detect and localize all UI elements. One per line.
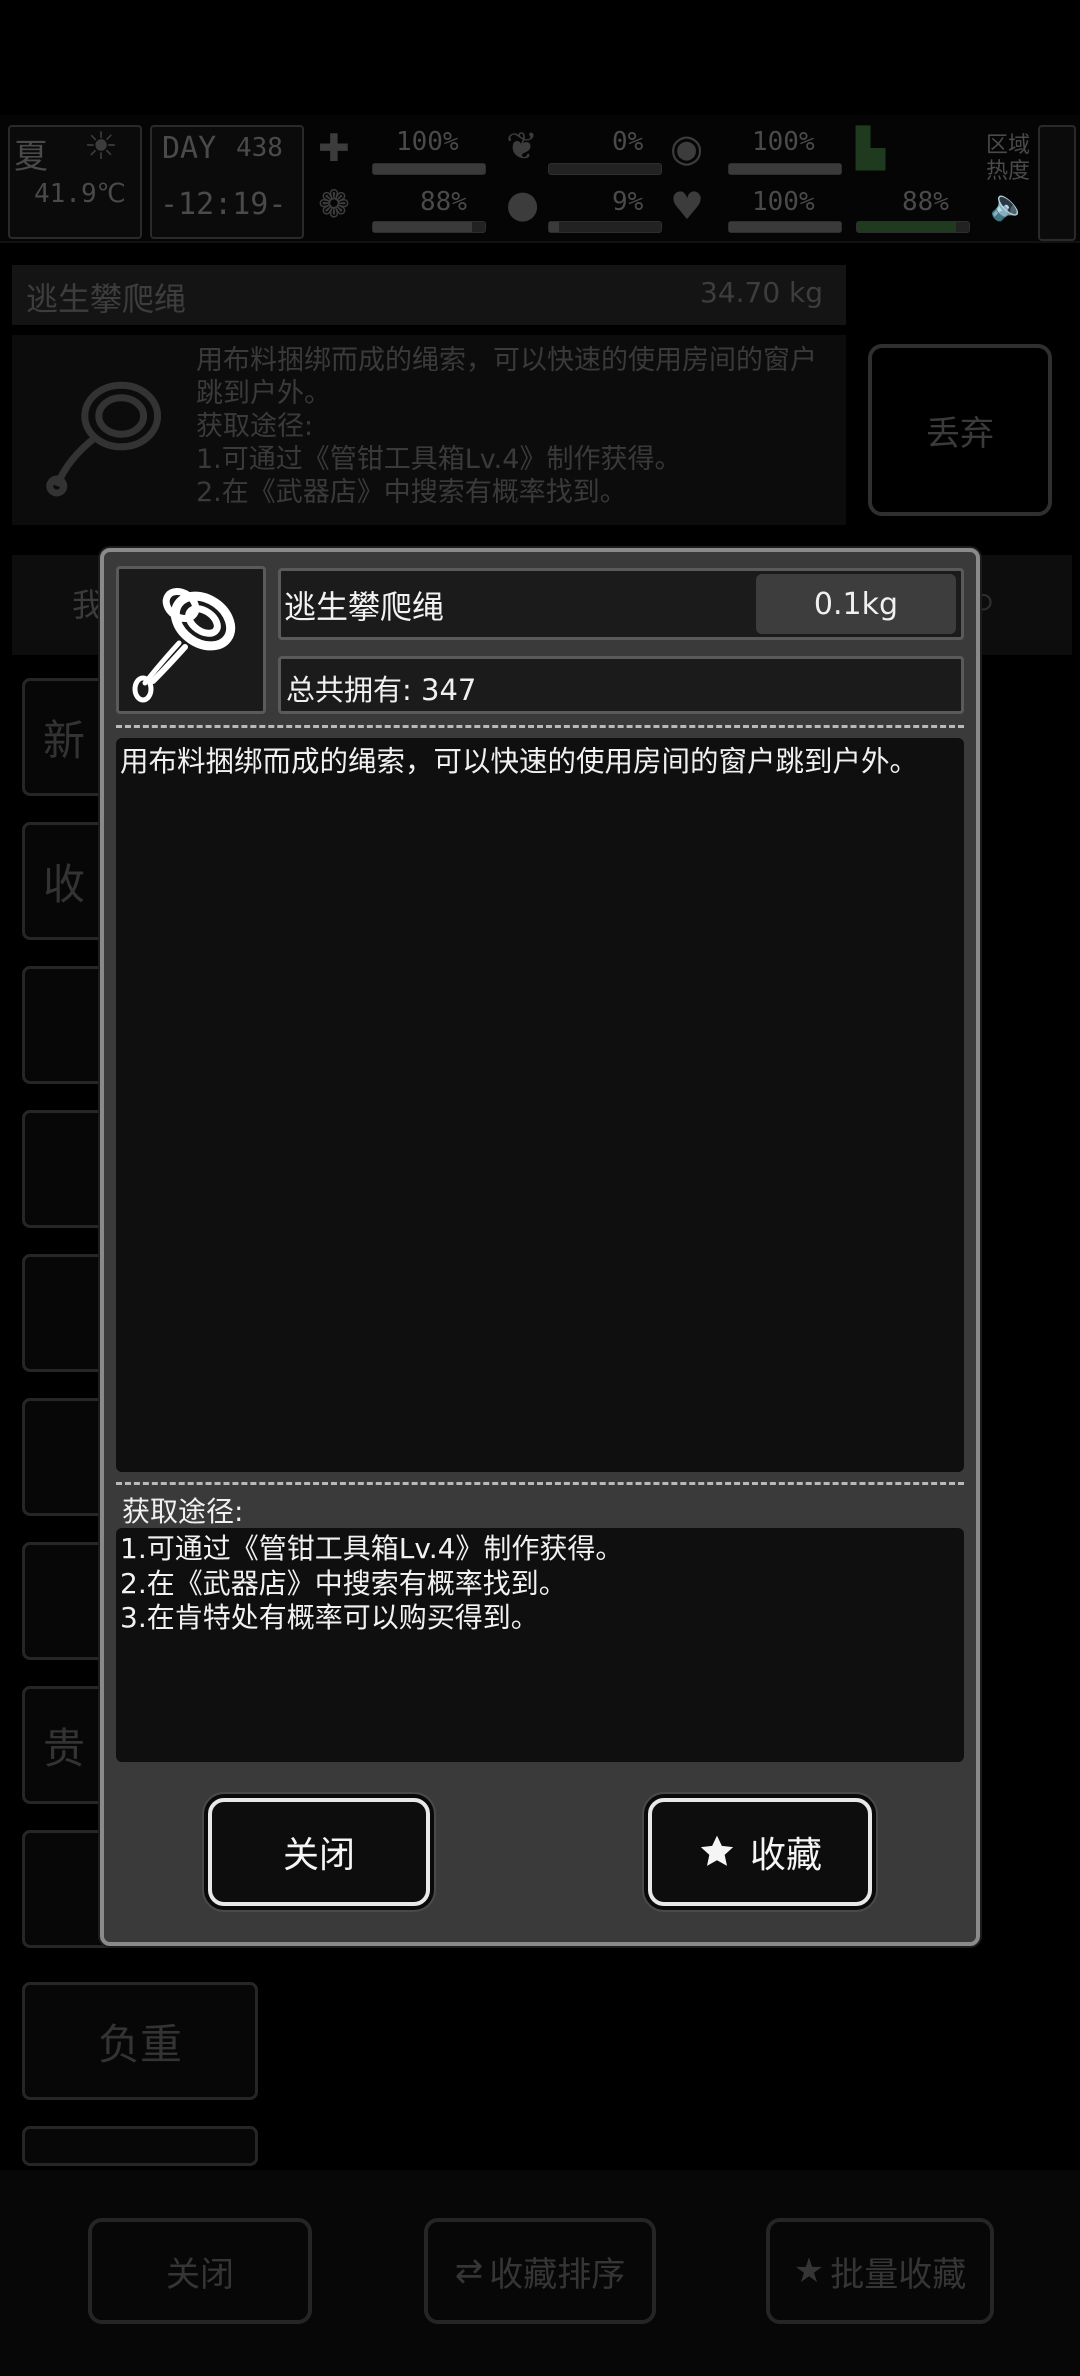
background-item-description: 用布料捆绑而成的绳索，可以快速的使用房间的窗户跳到户外。 获取途径: 1.可通过… xyxy=(196,345,817,508)
divider xyxy=(116,725,964,728)
source-list: 1.可通过《管钳工具箱Lv.4》制作获得。 2.在《武器店》中搜索有概率找到。 … xyxy=(120,1532,624,1634)
stomach-icon: ❦ xyxy=(506,124,538,168)
batch-favorite-label: 批量收藏 xyxy=(830,2254,967,2295)
background-item-weight: 34.70 kg xyxy=(700,276,824,309)
background-rope-icon xyxy=(46,381,162,497)
discard-button[interactable]: 丢弃 xyxy=(868,344,1052,516)
mood-bar xyxy=(728,221,842,233)
category-tab[interactable] xyxy=(22,2126,258,2166)
owned-count: 总共拥有: 347 xyxy=(286,673,477,707)
batch-favorite-button[interactable]: ★ 批量收藏 xyxy=(766,2218,994,2324)
mask-bar xyxy=(728,163,842,175)
hunger-value: 0% xyxy=(612,127,644,157)
star-icon xyxy=(700,1835,734,1866)
season-label: 夏 xyxy=(14,137,48,177)
speaker-icon[interactable]: 🔈 xyxy=(990,191,1027,221)
brain-icon: ❁ xyxy=(318,182,350,226)
thirst-value: 9% xyxy=(612,187,644,217)
area-heat-label: 区域 热度 xyxy=(986,133,1031,184)
close-button[interactable]: 关闭 xyxy=(208,1798,430,1906)
day-label: DAY xyxy=(162,131,217,166)
sort-favorites-label: 收藏排序 xyxy=(489,2254,626,2295)
item-weight: 0.1kg xyxy=(756,574,956,634)
hunger-bar xyxy=(548,163,662,175)
favorite-button-label: 收藏 xyxy=(749,1835,822,1876)
source-title: 获取途径: xyxy=(122,1495,244,1528)
status-bar: 夏 ☀ 41.9℃ DAY 438 -12:19- ✚ 100% ❁ 88% ❦… xyxy=(0,115,1080,243)
heart-icon: ♥ xyxy=(670,184,705,228)
weather-sun-icon: ☀ xyxy=(84,124,119,168)
favorite-button[interactable]: 收藏 xyxy=(648,1798,872,1906)
area-heat-meter xyxy=(1038,125,1076,241)
background-item-name: 逃生攀爬绳 xyxy=(26,280,187,318)
stamina-value: 88% xyxy=(902,187,949,217)
close-button-label: 关闭 xyxy=(282,1835,355,1876)
clock-value: -12:19- xyxy=(160,187,287,222)
day-number: 438 xyxy=(236,133,283,163)
item-name: 逃生攀爬绳 xyxy=(284,588,445,626)
boot-icon: ▙ xyxy=(856,126,886,170)
medkit-icon: ✚ xyxy=(318,126,350,170)
blood-drop-icon: ● xyxy=(506,182,540,226)
mask-icon: ◉ xyxy=(670,126,704,170)
health-bar xyxy=(372,163,486,175)
mood-value: 100% xyxy=(752,187,815,217)
stamina-bar xyxy=(856,221,970,233)
sort-icon: ⇄ xyxy=(454,2251,484,2291)
star-plus-icon: ★ xyxy=(793,2251,825,2291)
rope-icon xyxy=(132,588,236,703)
background-close-button[interactable]: 关闭 xyxy=(88,2218,312,2324)
mask-value: 100% xyxy=(752,127,815,157)
sanity-bar xyxy=(372,221,486,233)
sort-favorites-button[interactable]: ⇄ 收藏排序 xyxy=(424,2218,656,2324)
item-icon-frame xyxy=(116,566,266,714)
health-value: 100% xyxy=(396,127,459,157)
divider xyxy=(116,1482,964,1485)
category-tab-load[interactable]: 负重 xyxy=(22,1982,258,2100)
item-description: 用布料捆绑而成的绳索，可以快速的使用房间的窗户跳到户外。 xyxy=(120,745,919,778)
sanity-value: 88% xyxy=(420,187,467,217)
thirst-bar xyxy=(548,221,662,233)
temperature-value: 41.9℃ xyxy=(34,179,126,209)
description-panel xyxy=(116,738,964,1472)
